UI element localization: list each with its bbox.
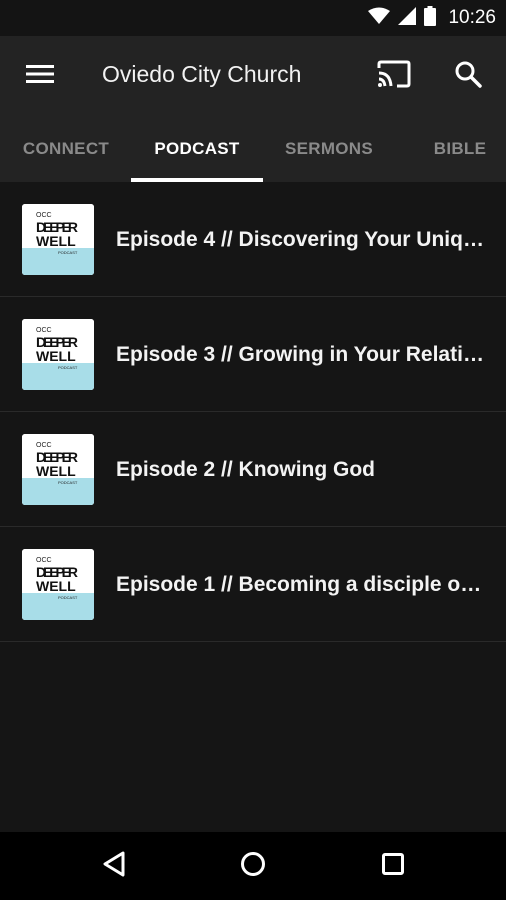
- tab-connect[interactable]: CONNECT: [0, 116, 132, 182]
- signal-icon: [398, 6, 417, 30]
- podcast-thumbnail: OCC DEEPER WELL PODCAST: [22, 319, 94, 390]
- podcast-thumbnail: OCC DEEPER WELL PODCAST: [22, 204, 94, 275]
- list-item[interactable]: OCC DEEPER WELL PODCAST Episode 3 // Gro…: [0, 297, 506, 412]
- tab-podcast[interactable]: PODCAST: [131, 116, 263, 182]
- thumbnail-occ: OCC: [36, 557, 52, 564]
- list-item[interactable]: OCC DEEPER WELL PODCAST Episode 2 // Kno…: [0, 412, 506, 527]
- thumbnail-well: WELL: [36, 578, 76, 594]
- tab-sermons[interactable]: SERMONS: [263, 116, 395, 182]
- episode-title: Episode 2 // Knowing God: [116, 457, 376, 481]
- episode-title: Episode 1 // Becoming a disciple of Jesu…: [116, 572, 486, 596]
- cast-button[interactable]: [374, 56, 414, 96]
- menu-icon: [26, 64, 54, 89]
- thumbnail-podcast: PODCAST: [58, 365, 78, 370]
- thumbnail-podcast: PODCAST: [58, 250, 78, 255]
- recents-button[interactable]: [373, 846, 413, 886]
- thumbnail-podcast: PODCAST: [58, 595, 78, 600]
- app-title: Oviedo City Church: [102, 61, 302, 87]
- thumbnail-occ: OCC: [36, 442, 52, 449]
- search-button[interactable]: [448, 56, 488, 96]
- search-icon: [454, 60, 482, 93]
- wifi-icon: [368, 7, 391, 30]
- back-icon: [102, 851, 126, 882]
- thumbnail-well: WELL: [36, 463, 76, 479]
- app-bar: Oviedo City Church: [0, 36, 506, 116]
- thumbnail-well: WELL: [36, 233, 76, 249]
- episode-list: OCC DEEPER WELL PODCAST Episode 4 // Dis…: [0, 182, 506, 642]
- thumbnail-occ: OCC: [36, 327, 52, 334]
- home-icon: [240, 851, 266, 882]
- battery-icon: [424, 5, 437, 31]
- episode-title: Episode 3 // Growing in Your Relationshi…: [116, 342, 486, 366]
- podcast-thumbnail: OCC DEEPER WELL PODCAST: [22, 434, 94, 505]
- home-button[interactable]: [233, 846, 273, 886]
- thumbnail-well: WELL: [36, 348, 76, 364]
- tab-bar: CONNECT PODCAST SERMONS BIBLE: [0, 116, 506, 182]
- menu-button[interactable]: [22, 58, 58, 94]
- thumbnail-podcast: PODCAST: [58, 480, 78, 485]
- back-button[interactable]: [94, 846, 134, 886]
- list-item[interactable]: OCC DEEPER WELL PODCAST Episode 1 // Bec…: [0, 527, 506, 642]
- episode-title: Episode 4 // Discovering Your Unique Des…: [116, 227, 486, 251]
- status-time: 10:26: [448, 7, 496, 28]
- status-bar: 10:26: [0, 0, 506, 36]
- thumbnail-occ: OCC: [36, 212, 52, 219]
- recents-icon: [381, 852, 405, 881]
- tab-bible[interactable]: BIBLE: [395, 116, 506, 182]
- cast-icon: [377, 60, 411, 93]
- status-icons: 10:26: [368, 0, 496, 36]
- list-item[interactable]: OCC DEEPER WELL PODCAST Episode 4 // Dis…: [0, 182, 506, 297]
- system-nav-bar: [0, 832, 506, 900]
- podcast-thumbnail: OCC DEEPER WELL PODCAST: [22, 549, 94, 620]
